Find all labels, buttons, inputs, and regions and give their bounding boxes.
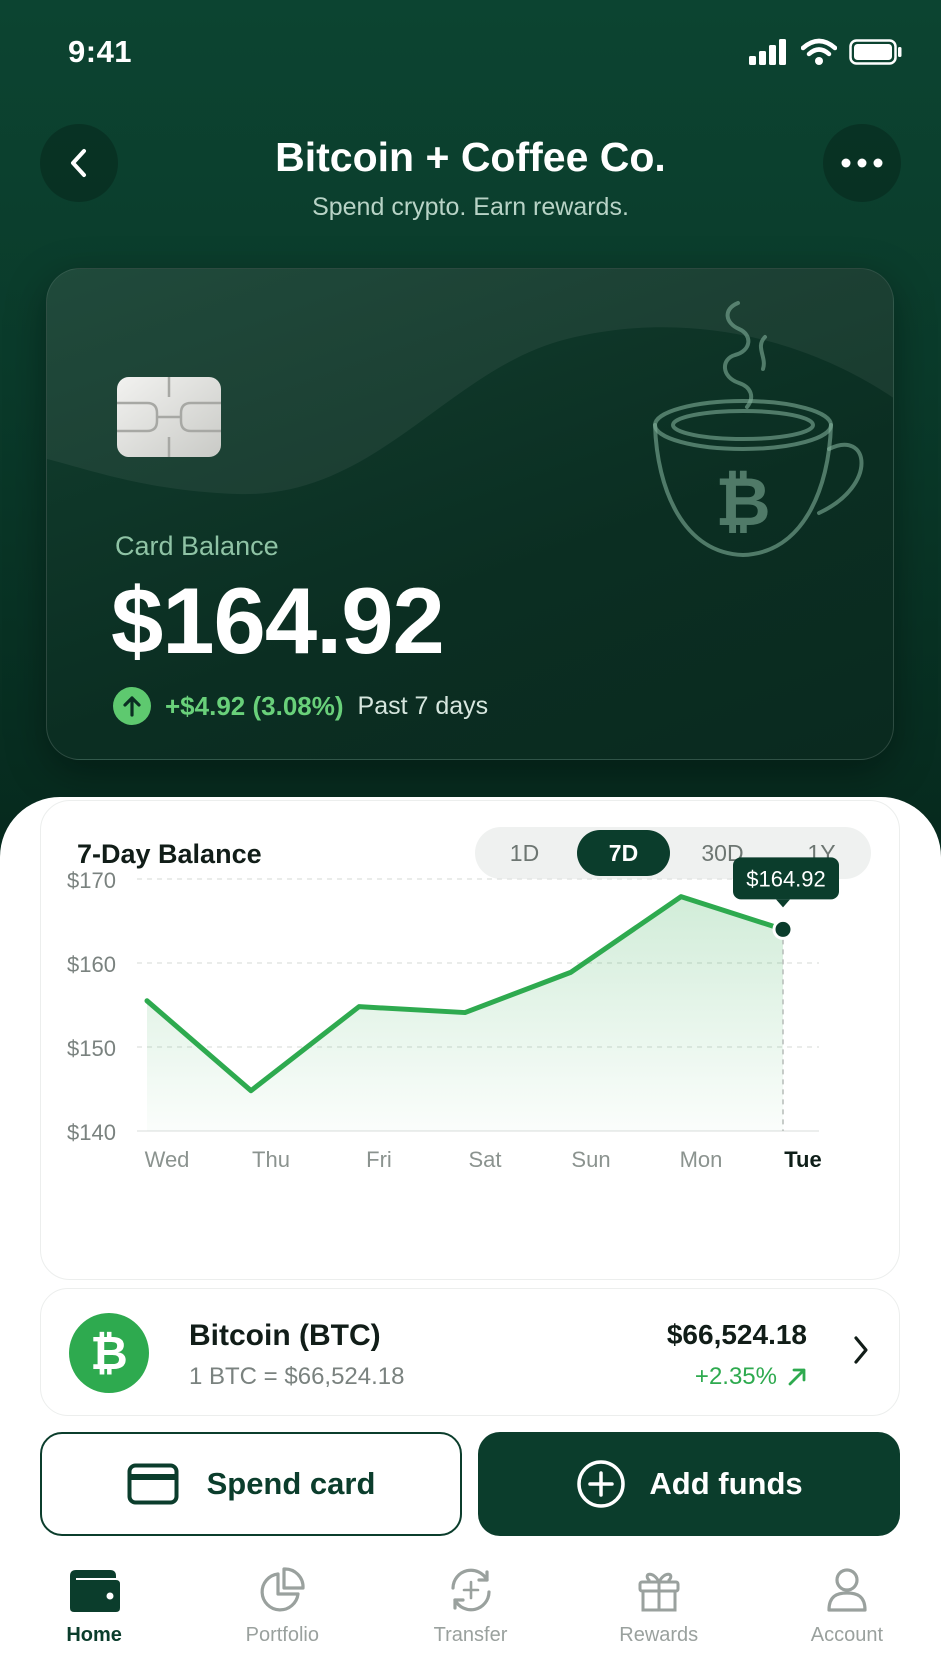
wifi-icon [801,38,837,65]
asset-rate: 1 BTC = $66,524.18 [189,1363,405,1390]
arrow-up-icon [113,687,151,725]
add-funds-label: Add funds [649,1466,803,1501]
gift-icon [638,1572,680,1612]
page-subtitle: Spend crypto. Earn rewards. [312,193,629,221]
y-tick-label: $170 [67,868,116,893]
card-change-period: Past 7 days [357,691,489,720]
status-icons [749,38,903,66]
pie-chart-icon [260,1567,305,1612]
svg-text:₿: ₿ [715,463,770,542]
asset-name: Bitcoin (BTC) [189,1319,381,1352]
nav-item-portfolio[interactable]: Portfolio [188,1548,376,1672]
nav-item-transfer[interactable]: Transfer [376,1548,564,1672]
x-tick-label: Sat [468,1147,501,1172]
add-funds-button[interactable]: Add funds [478,1432,900,1536]
card-change-value: +$4.92 (3.08%) [165,690,344,721]
card-chip-icon [117,377,221,457]
y-tick-label: $160 [67,952,116,977]
status-bar: 9:41 [0,0,941,100]
x-tick-label: Sun [571,1147,610,1172]
user-icon [827,1568,867,1612]
page-title: Bitcoin + Coffee Co. [275,134,666,180]
plus-circle-icon [577,1460,626,1508]
spend-card-button[interactable]: Spend card [40,1432,462,1536]
nav-item-rewards[interactable]: Rewards [565,1548,753,1672]
x-tick-label: Mon [680,1147,723,1172]
card-change-row: +$4.92 (3.08%) Past 7 days [113,687,488,725]
x-tick-label: Fri [366,1147,392,1172]
battery-icon [849,39,902,65]
chart-tooltip-label: $164.92 [746,866,826,891]
card-balance-label: Card Balance [115,531,279,561]
coffee-cup-bitcoin-icon: ₿ [653,301,864,558]
balance-chart-card: 7-Day Balance 1D 7D 30D 1Y $170 $160 $150 $… [40,800,900,1280]
asset-change-value: +2.35% [694,1363,777,1390]
transfer-icon [450,1568,491,1612]
x-tick-label: Wed [145,1147,190,1172]
status-time: 9:41 [68,34,133,69]
y-tick-label: $150 [67,1036,116,1061]
x-tick-label: Thu [252,1147,290,1172]
balance-area-chart: $170 $160 $150 $140 $164.92 Wed Thu Fri Sat Sun Mo… [67,857,839,1172]
asset-change: +2.35% [695,1363,807,1391]
more-options-button[interactable] [823,124,901,202]
more-horizontal-icon [841,158,883,168]
card-balance-amount: $164.92 [111,568,445,673]
wallet-icon [70,1570,121,1612]
nav-label-account: Account [810,1624,884,1646]
signal-icon [749,39,786,65]
nav-label-rewards: Rewards [619,1624,699,1646]
bitcoin-icon: ₿ [69,1313,149,1393]
nav-item-home[interactable]: Home [0,1548,188,1672]
chart-point-highlight [772,918,794,940]
asset-row-bitcoin[interactable]: ₿ Bitcoin (BTC) 1 BTC = $66,524.18 $66,5… [40,1288,900,1416]
trend-up-icon [788,1368,806,1386]
chevron-right-icon [854,1336,868,1364]
nav-label-portfolio: Portfolio [245,1624,319,1646]
credit-card-icon [127,1463,179,1505]
nav-label-home: Home [66,1624,122,1646]
y-tick-label: $140 [67,1120,116,1145]
nav-item-account[interactable]: Account [753,1548,941,1672]
x-tick-label: Tue [784,1147,821,1172]
nav-label-transfer: Transfer [433,1624,508,1646]
asset-price: $66,524.18 [666,1319,807,1350]
spend-card-label: Spend card [206,1466,376,1501]
balance-card[interactable]: ₿ Card Balance $164.92 +$4.92 (3.08%) Pa… [46,268,894,760]
chart-tooltip-pointer [776,899,790,908]
bottom-nav: Home Portfolio Transfer Rewards Account [0,1548,941,1672]
